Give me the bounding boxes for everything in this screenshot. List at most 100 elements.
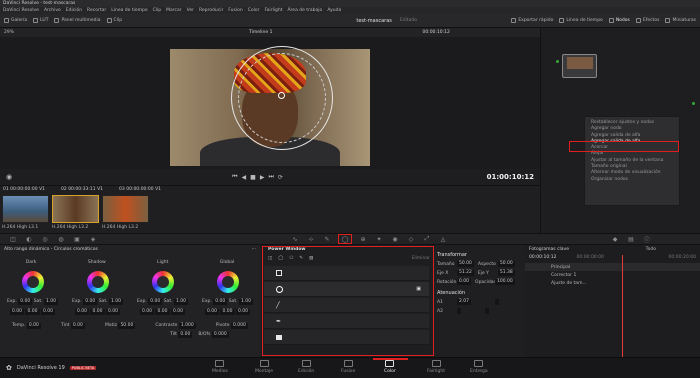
clip-thumbnail-3[interactable]	[102, 195, 149, 223]
3d-icon[interactable]: ◬	[438, 235, 448, 243]
tab-fusion[interactable]: Fusion	[341, 360, 355, 374]
blur-icon[interactable]: ◉	[390, 235, 400, 243]
color-match-icon[interactable]: ◐	[24, 235, 34, 243]
stop-icon[interactable]: ■	[250, 174, 256, 181]
wheel-dark[interactable]	[21, 271, 44, 293]
wheel-light[interactable]	[151, 271, 174, 293]
timeline-button[interactable]: Línea de tiempo	[559, 18, 603, 23]
menu-item-9[interactable]: Fusion	[228, 8, 242, 13]
tint-control[interactable]: Tint 0.00	[61, 323, 85, 329]
view-options-icon[interactable]: ◉	[6, 173, 12, 181]
menu-item-11[interactable]: Fairlight	[264, 8, 282, 13]
node-input[interactable]	[556, 60, 559, 63]
rgb-mixer-icon[interactable]: ▣	[72, 235, 82, 243]
menu-item-10[interactable]: Color	[248, 8, 260, 13]
tab-color[interactable]: Color	[384, 360, 396, 374]
wheel-options-icon[interactable]: ⋯	[252, 247, 257, 252]
pivot-control[interactable]: Pivote 0.000	[216, 323, 248, 329]
transform-row-position[interactable]: Eje X 51.22 Eje Y 51.38	[437, 270, 521, 276]
node-01[interactable]	[562, 54, 597, 78]
menu-item-2[interactable]: Edición	[66, 8, 82, 13]
softness-row-2[interactable]: A2	[437, 308, 521, 314]
tilt-control[interactable]: Tilt 0.00	[170, 332, 193, 338]
transform-row-rotation[interactable]: Rotación 0.00 Opacidad 100.00	[437, 279, 521, 285]
clip-strip: 01 00:00:00:00 V1 02 00:00:33:11 V1 03 0…	[0, 185, 540, 233]
menu-item-6[interactable]: Marcar	[166, 8, 181, 13]
tab-cut[interactable]: Montaje	[255, 360, 273, 374]
motion-effects-icon[interactable]: ◈	[88, 235, 98, 243]
forward-icon[interactable]: ⏭	[268, 173, 273, 181]
window-center-handle[interactable]	[278, 92, 285, 99]
magic-mask-icon[interactable]: ✦	[374, 235, 384, 243]
nodes-button[interactable]: Nodos	[608, 18, 630, 23]
media-pool-button[interactable]: Panel multimedia	[54, 18, 101, 23]
contrast-control[interactable]: Contraste 1.000	[155, 323, 196, 329]
menu-item-4[interactable]: Línea de tiempo	[111, 8, 147, 13]
loop-icon[interactable]: ⟳	[278, 174, 283, 181]
menu-item-13[interactable]: Ayuda	[327, 8, 341, 13]
clip-thumbnail-2[interactable]	[52, 195, 99, 223]
warper-icon[interactable]: ⊹	[306, 235, 316, 243]
qualifier-icon[interactable]: ✎	[322, 235, 332, 243]
rgb-values-light[interactable]: 0.00 0.00 0.00	[140, 309, 185, 315]
exp-sat-light[interactable]: Exp. 0.00 Sat. 1.00	[137, 299, 188, 305]
curves-icon[interactable]: ∿	[290, 235, 300, 243]
sizing-icon[interactable]: ⤢	[422, 235, 432, 243]
thumbnails-button[interactable]: Miniaturas	[665, 18, 696, 23]
exp-sat-shadow[interactable]: Exp. 0.00 Sat. 1.00	[72, 299, 123, 305]
menu-item-12[interactable]: Área de trabajo	[287, 8, 322, 13]
window-palette-icon[interactable]: ◯	[338, 234, 352, 244]
lut-button[interactable]: LUT	[33, 18, 48, 23]
keyframe-playhead[interactable]	[622, 255, 623, 357]
keyframes-icon[interactable]: ◆	[610, 235, 620, 243]
quick-export-button[interactable]: Exportar rápido	[511, 18, 553, 23]
rgb-values-global[interactable]: 0.00 0.00 0.00	[205, 309, 250, 315]
hue-control[interactable]: Matiz 50.00	[105, 323, 136, 329]
track-sizing[interactable]: Ajuste de tam...	[525, 279, 700, 287]
rgb-values-shadow[interactable]: 0.00 0.00 0.00	[75, 309, 120, 315]
gallery-button[interactable]: Galería	[4, 18, 27, 23]
effects-button[interactable]: Efectos	[635, 18, 659, 23]
color-wheels-icon[interactable]: ◎	[40, 235, 50, 243]
play-icon[interactable]: ▶	[260, 174, 265, 181]
menu-item-7[interactable]: Ver	[187, 8, 194, 13]
bofs-control[interactable]: B/Ofs 0.000	[198, 332, 229, 338]
scopes-icon[interactable]: ▤	[626, 235, 636, 243]
menu-item-arrange[interactable]: Organizar nodos	[591, 177, 673, 183]
clips-button[interactable]: Clip	[106, 18, 122, 23]
info-icon[interactable]: ⓘ	[642, 235, 652, 244]
exp-sat-global[interactable]: Exp. 0.00 Sat. 1.00	[202, 299, 253, 305]
key-icon[interactable]: ◇	[406, 235, 416, 243]
transform-row-size[interactable]: Tamaño 50.00 Aspecto 50.00	[437, 261, 521, 267]
exp-sat-dark[interactable]: Exp. 0.00 Sat. 1.00	[7, 299, 58, 305]
timeline-select[interactable]: Timeline 1	[249, 30, 272, 35]
camera-raw-icon[interactable]: ◫	[8, 235, 18, 243]
menu-item-5[interactable]: Clip	[153, 8, 162, 13]
node-output[interactable]	[692, 102, 695, 105]
rgb-values-dark[interactable]: 0.00 0.00 0.00	[10, 309, 55, 315]
tab-fairlight[interactable]: Fairlight	[427, 360, 445, 374]
resolve-logo-icon: ✿	[6, 364, 12, 372]
play-reverse-icon[interactable]: ◀	[242, 174, 247, 181]
track-corrector[interactable]: Corrector 1	[525, 271, 700, 279]
menu-item-0[interactable]: DaVinci Resolve	[3, 8, 39, 13]
tab-edit[interactable]: Edición	[298, 360, 314, 374]
tracker-icon[interactable]: ⊕	[358, 235, 368, 243]
menu-item-3[interactable]: Recortar	[87, 8, 106, 13]
wheel-shadow[interactable]	[86, 271, 109, 293]
temp-control[interactable]: Temp. 0.00	[12, 323, 41, 329]
tab-deliver[interactable]: Entrega	[470, 360, 488, 374]
menu-item-8[interactable]: Reproducir	[199, 8, 223, 13]
wheel-global[interactable]	[216, 271, 239, 293]
track-principal[interactable]: Principal	[525, 263, 700, 271]
clip-header-3: 03 00:00:00:00 V1	[119, 187, 162, 192]
tab-media[interactable]: Medios	[212, 360, 228, 374]
rewind-icon[interactable]: ⏮	[232, 173, 237, 181]
clip-thumbnail-1[interactable]	[2, 195, 49, 223]
menu-item-1[interactable]: Archivo	[44, 8, 61, 13]
softness-row-1[interactable]: A1 2.07	[437, 299, 521, 305]
keyframes-filter[interactable]: Todo	[646, 247, 656, 252]
zoom-select[interactable]: 29%	[4, 30, 14, 35]
hdr-icon[interactable]: ◍	[56, 235, 66, 243]
transform-panel: Transformar Tamaño 50.00 Aspecto 50.00 Eje …	[434, 245, 524, 357]
